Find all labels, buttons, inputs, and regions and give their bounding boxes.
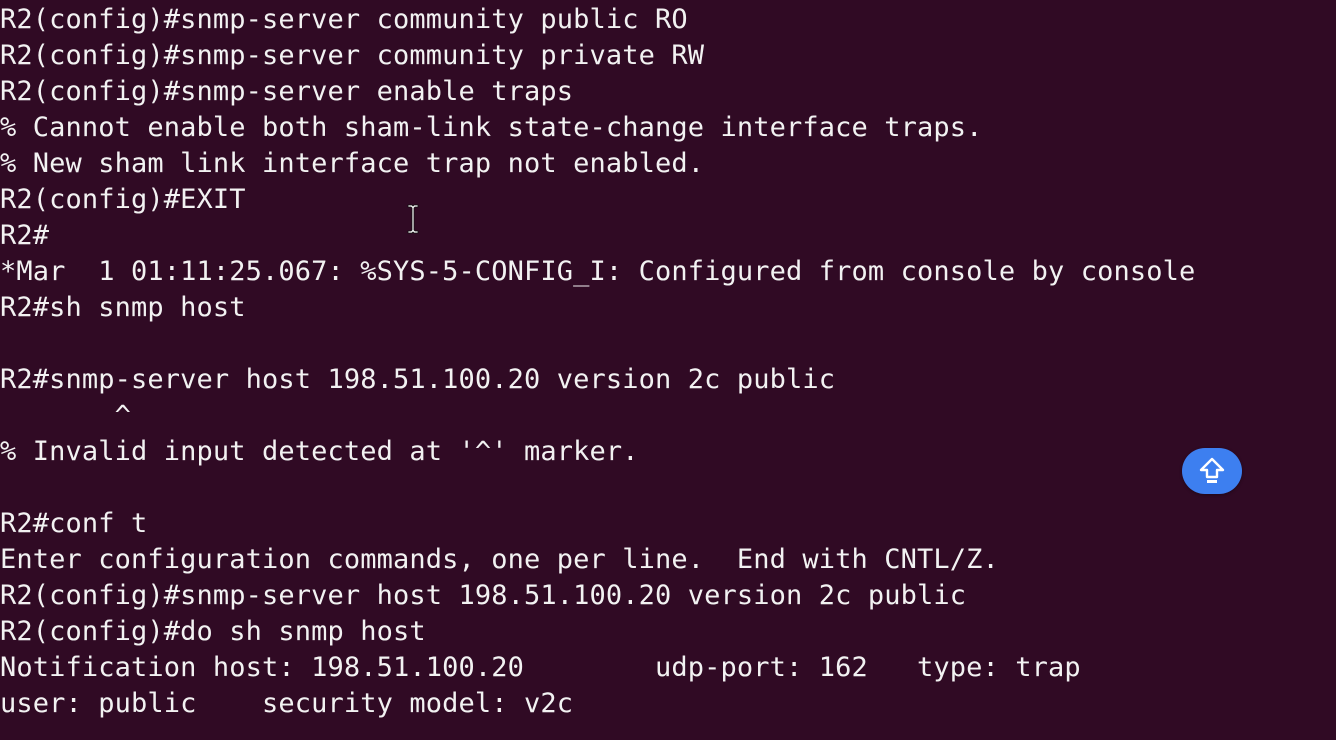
terminal-line: R2(config)#do sh snmp host (0, 616, 426, 647)
i-beam-cursor-icon (407, 204, 419, 234)
terminal-line: Enter configuration commands, one per li… (0, 544, 999, 575)
terminal-line: % Invalid input detected at '^' marker. (0, 436, 639, 467)
terminal-line: R2(config)#EXIT (0, 184, 246, 215)
scroll-to-top-button[interactable] (1182, 448, 1242, 494)
terminal-line: % New sham link interface trap not enabl… (0, 148, 705, 179)
terminal-line: ^ (0, 400, 132, 431)
terminal-line: % Cannot enable both sham-link state-cha… (0, 112, 983, 143)
arrow-up-icon (1199, 457, 1225, 483)
terminal-line: R2#conf t (0, 508, 148, 539)
terminal-line: R2(config)#snmp-server enable traps (0, 76, 574, 107)
terminal-output: R2(config)#snmp-server community public … (0, 2, 1195, 722)
terminal-line: R2# (0, 220, 50, 251)
terminal-line: R2(config)#snmp-server host 198.51.100.2… (0, 580, 967, 611)
terminal-line: *Mar 1 01:11:25.067: %SYS-5-CONFIG_I: Co… (0, 256, 1196, 287)
terminal-line: R2#sh snmp host (0, 292, 246, 323)
terminal-line: R2(config)#snmp-server community private… (0, 40, 705, 71)
terminal-line: R2#snmp-server host 198.51.100.20 versio… (0, 364, 836, 395)
terminal-line: user: public security model: v2c (0, 688, 574, 719)
terminal-window[interactable]: R2(config)#snmp-server community public … (0, 0, 1336, 740)
terminal-line: Notification host: 198.51.100.20 udp-por… (0, 652, 1081, 683)
terminal-line: R2(config)#snmp-server community public … (0, 4, 688, 35)
